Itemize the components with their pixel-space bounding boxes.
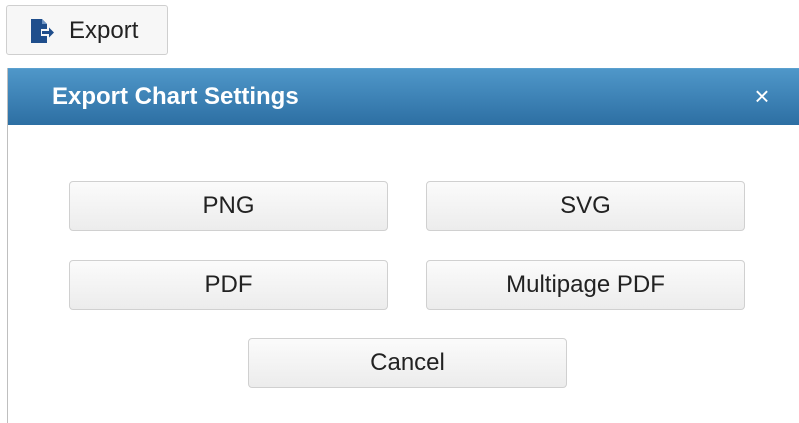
cancel-button[interactable]: Cancel [248, 338, 567, 388]
dialog-title: Export Chart Settings [52, 83, 299, 110]
svg-button[interactable]: SVG [426, 181, 745, 231]
dialog-header: Export Chart Settings × [8, 68, 799, 125]
export-button[interactable]: Export [6, 5, 168, 55]
export-button-label: Export [69, 17, 139, 44]
png-button[interactable]: PNG [69, 181, 388, 231]
export-settings-dialog: Export Chart Settings × PNG SVG PDF Mult… [7, 68, 799, 423]
close-icon[interactable]: × [748, 82, 776, 110]
pdf-button[interactable]: PDF [69, 260, 388, 310]
multipage-pdf-button[interactable]: Multipage PDF [426, 260, 745, 310]
file-export-icon [29, 18, 55, 44]
